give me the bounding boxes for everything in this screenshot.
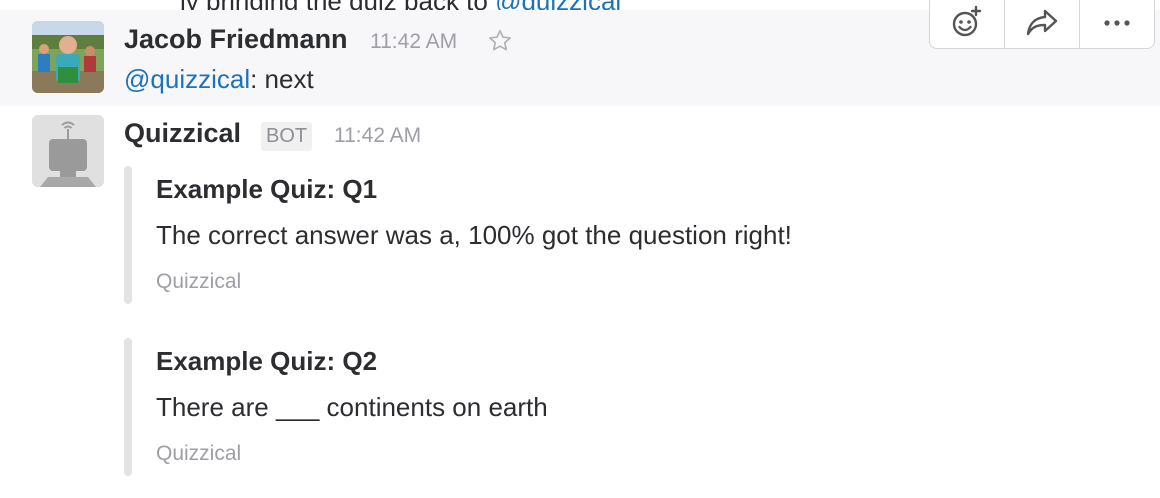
user-mention[interactable]: @quizzical: [124, 64, 250, 94]
star-icon[interactable]: [487, 28, 513, 54]
share-message-icon: [1025, 7, 1059, 42]
quiz-attachment: Example Quiz: Q1 The correct answer was …: [124, 166, 1024, 304]
attachment-footer: Quizzical: [156, 442, 242, 465]
user-avatar[interactable]: [32, 21, 104, 93]
bot-badge: BOT: [261, 122, 313, 151]
add-reaction-button[interactable]: [930, 0, 1005, 48]
attachment-footer: Quizzical: [156, 270, 242, 293]
add-reaction-icon: [949, 4, 985, 45]
bot-message-timestamp[interactable]: 11:42 AM: [334, 124, 421, 148]
message-actions-toolbar: [929, 0, 1155, 49]
bot-name[interactable]: Quizzical: [124, 118, 241, 149]
message-timestamp[interactable]: 11:42 AM: [370, 30, 457, 54]
bot-avatar[interactable]: [32, 115, 104, 187]
attachment-bar: [124, 166, 132, 304]
attachment-bar: [124, 338, 132, 476]
attachment-text: The correct answer was a, 100% got the q…: [156, 220, 792, 250]
quiz-attachment: Example Quiz: Q2 There are ___ continent…: [124, 338, 1024, 476]
share-message-button[interactable]: [1005, 0, 1080, 48]
previous-message-text: ly bringing the quiz back to @quizzical: [180, 0, 621, 10]
message-text: @quizzical: next: [124, 64, 314, 94]
attachment-text: There are ___ continents on earth: [156, 392, 548, 422]
more-actions-button[interactable]: [1080, 0, 1154, 48]
more-actions-icon: [1102, 15, 1132, 33]
attachment-title: Example Quiz: Q2: [156, 346, 378, 376]
attachment-title: Example Quiz: Q1: [156, 174, 378, 204]
sender-name[interactable]: Jacob Friedmann: [124, 24, 348, 55]
